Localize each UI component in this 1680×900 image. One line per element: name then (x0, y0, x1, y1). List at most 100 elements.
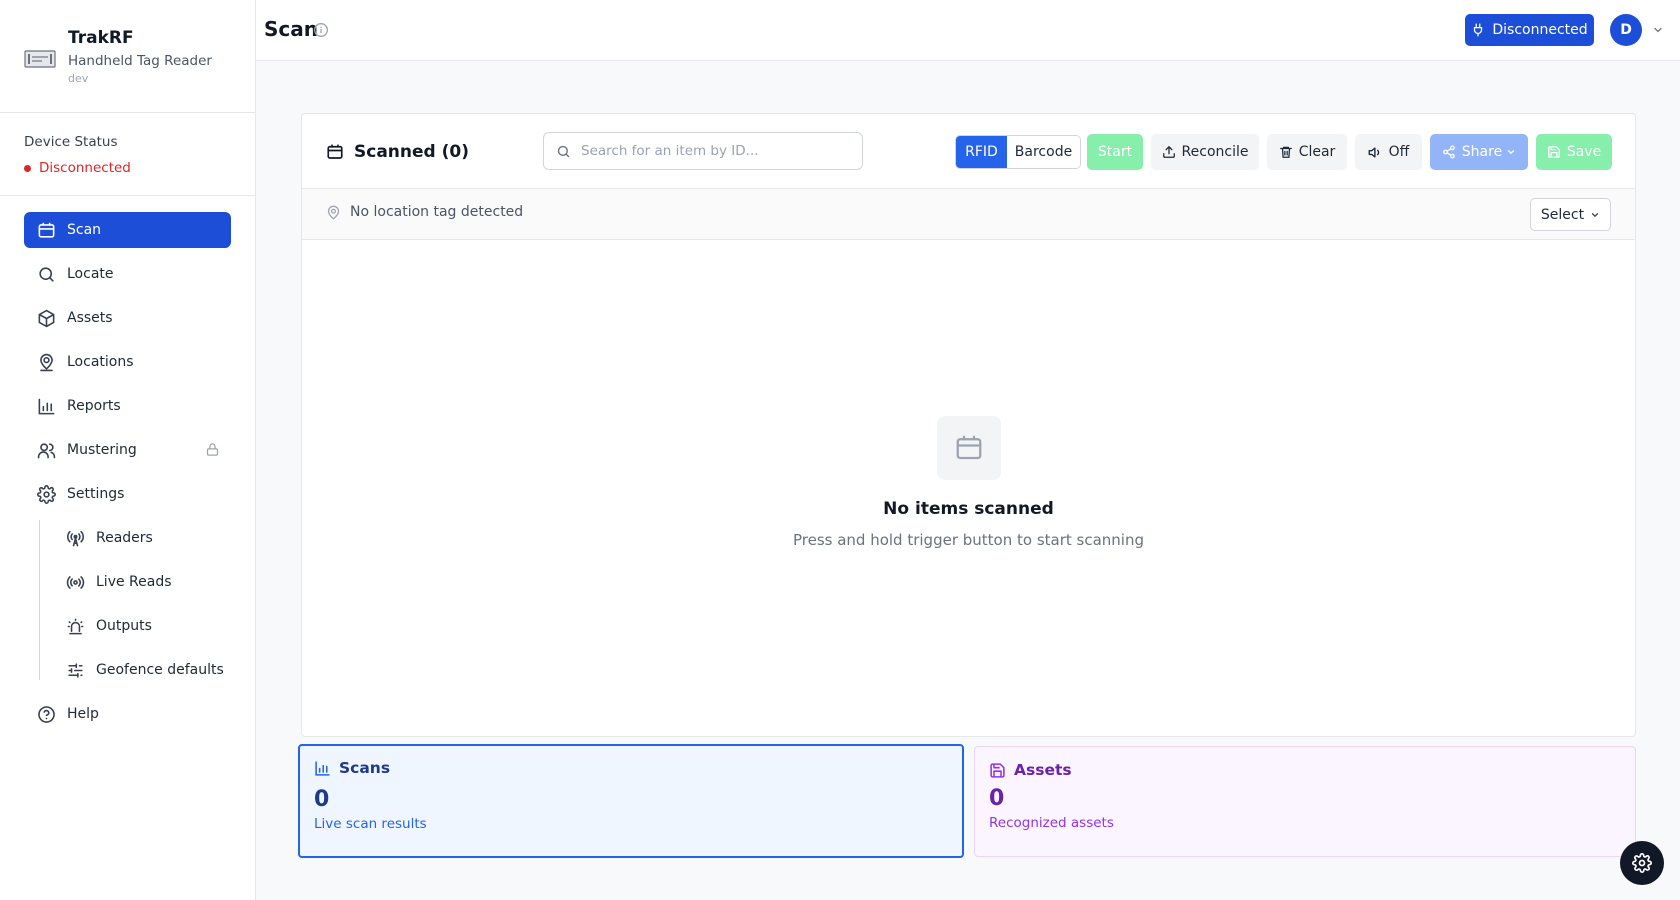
sidebar-item-label: Readers (96, 530, 153, 546)
search-icon (36, 264, 56, 284)
broadcast-icon (65, 572, 85, 592)
sidebar-item-label: Mustering (67, 442, 137, 458)
start-button-label: Start (1097, 144, 1133, 160)
sidebar-item-reports[interactable]: Reports (24, 388, 231, 424)
empty-box-icon (936, 416, 1001, 480)
sidebar-item-settings[interactable]: Settings (24, 476, 231, 512)
mode-rfid-button[interactable]: RFID (956, 136, 1007, 168)
sidebar: TrakRF Handheld Tag Reader dev Device St… (0, 0, 256, 900)
sidebar-item-locate[interactable]: Locate (24, 256, 231, 292)
location-status: No location tag detected (326, 204, 523, 220)
location-select[interactable]: Select (1530, 198, 1611, 231)
sidebar-nav: Scan Locate Assets Locations Reports Mus… (24, 212, 231, 740)
scan-card: Scanned (0) RFID Barcode Start Reconcile… (301, 113, 1636, 737)
device-status-label: Device Status (24, 134, 118, 150)
sidebar-item-live-reads[interactable]: Live Reads (53, 564, 231, 600)
sidebar-item-label: Settings (67, 486, 125, 502)
sliders-icon (65, 660, 85, 680)
scans-stat-value: 0 (314, 787, 330, 812)
map-pin-user-icon (36, 352, 56, 372)
reconcile-button-label: Reconcile (1181, 144, 1249, 160)
reader-logo-icon (24, 50, 56, 68)
gear-icon (1632, 853, 1652, 873)
location-bar: No location tag detected Select (302, 189, 1635, 240)
share-button[interactable]: Share (1430, 134, 1528, 170)
sidebar-item-readers[interactable]: Readers (53, 520, 231, 556)
chevron-down-icon[interactable] (1652, 24, 1664, 36)
sidebar-item-scan[interactable]: Scan (24, 212, 231, 248)
scanned-title: Scanned (0) (326, 142, 469, 162)
sidebar-item-mustering[interactable]: Mustering (24, 432, 231, 468)
sidebar-item-label: Locate (67, 266, 114, 282)
clear-button-label: Clear (1298, 144, 1336, 160)
status-dot-icon (24, 164, 31, 172)
empty-state-title: No items scanned (883, 499, 1054, 519)
scanned-count: Scanned (0) (354, 142, 469, 162)
mode-toggle: RFID Barcode (955, 135, 1081, 169)
sidebar-item-label: Scan (67, 222, 102, 238)
device-status: Device Status Disconnected (0, 113, 255, 196)
save-button[interactable]: Save (1536, 134, 1612, 170)
search-icon (557, 145, 570, 157)
scans-stat-title: Scans (339, 759, 391, 777)
help-circle-icon (36, 704, 56, 724)
assets-stat-desc: Recognized assets (989, 815, 1114, 831)
device-status-value: Disconnected (24, 158, 255, 178)
lock-icon (206, 443, 219, 456)
assets-stat-title: Assets (1014, 761, 1072, 779)
sidebar-item-label: Help (67, 706, 99, 722)
sidebar-item-label: Outputs (96, 618, 152, 634)
gear-icon (36, 484, 56, 504)
sidebar-item-help[interactable]: Help (24, 696, 231, 732)
box-icon (36, 308, 56, 328)
location-status-text: No location tag detected (350, 204, 524, 220)
bar-chart-icon (36, 396, 56, 416)
assets-stat-value: 0 (989, 786, 1005, 811)
info-icon[interactable] (313, 22, 329, 38)
trash-icon (1279, 146, 1292, 158)
chevron-down-icon (1508, 150, 1515, 155)
brand-header: TrakRF Handheld Tag Reader dev (0, 0, 255, 113)
connection-button-label: Disconnected (1492, 22, 1588, 38)
settings-subnav: Readers Live Reads Outputs Geofence defa… (39, 520, 231, 688)
sidebar-item-locations[interactable]: Locations (24, 344, 231, 380)
upload-icon (1162, 146, 1175, 158)
antenna-icon (65, 528, 85, 548)
share-button-label: Share (1461, 144, 1503, 160)
scan-toolbar: Scanned (0) RFID Barcode Start Reconcile… (302, 114, 1635, 189)
brand-subtitle: Handheld Tag Reader (68, 53, 212, 69)
empty-state-subtitle: Press and hold trigger button to start s… (792, 531, 1145, 549)
search-field (543, 132, 863, 170)
brand-name: TrakRF (68, 28, 134, 48)
brand-env: dev (68, 72, 89, 85)
sound-toggle-button[interactable]: Off (1355, 134, 1422, 170)
sidebar-item-outputs[interactable]: Outputs (53, 608, 231, 644)
assets-stat-card[interactable]: Assets 0 Recognized assets (974, 746, 1636, 857)
search-input[interactable] (581, 143, 841, 159)
sidebar-item-label: Geofence defaults (96, 662, 224, 678)
start-button[interactable]: Start (1087, 134, 1143, 170)
save-icon (1547, 146, 1560, 158)
sidebar-item-label: Assets (67, 310, 113, 326)
location-select-label: Select (1540, 206, 1585, 223)
share-icon (1442, 145, 1455, 159)
clear-button[interactable]: Clear (1267, 134, 1347, 170)
siren-icon (65, 616, 85, 636)
reconcile-button[interactable]: Reconcile (1151, 134, 1259, 170)
page-title: Scan (264, 17, 318, 41)
scan-icon (327, 144, 343, 159)
top-header: Scan Disconnected D (256, 0, 1680, 61)
avatar[interactable]: D (1610, 14, 1642, 46)
mode-barcode-button[interactable]: Barcode (1007, 136, 1080, 168)
connection-button[interactable]: Disconnected (1465, 14, 1594, 46)
speaker-icon (1368, 146, 1379, 158)
floating-settings-button[interactable] (1620, 841, 1664, 885)
plug-icon (1474, 23, 1483, 37)
sidebar-item-assets[interactable]: Assets (24, 300, 231, 336)
sidebar-item-geofence-defaults[interactable]: Geofence defaults (53, 652, 231, 688)
bar-chart-icon (315, 760, 330, 776)
chevron-down-icon (1591, 212, 1599, 217)
scans-stat-header: Scans (314, 759, 948, 777)
device-status-text: Disconnected (39, 160, 131, 176)
scans-stat-card[interactable]: Scans 0 Live scan results (298, 744, 964, 858)
